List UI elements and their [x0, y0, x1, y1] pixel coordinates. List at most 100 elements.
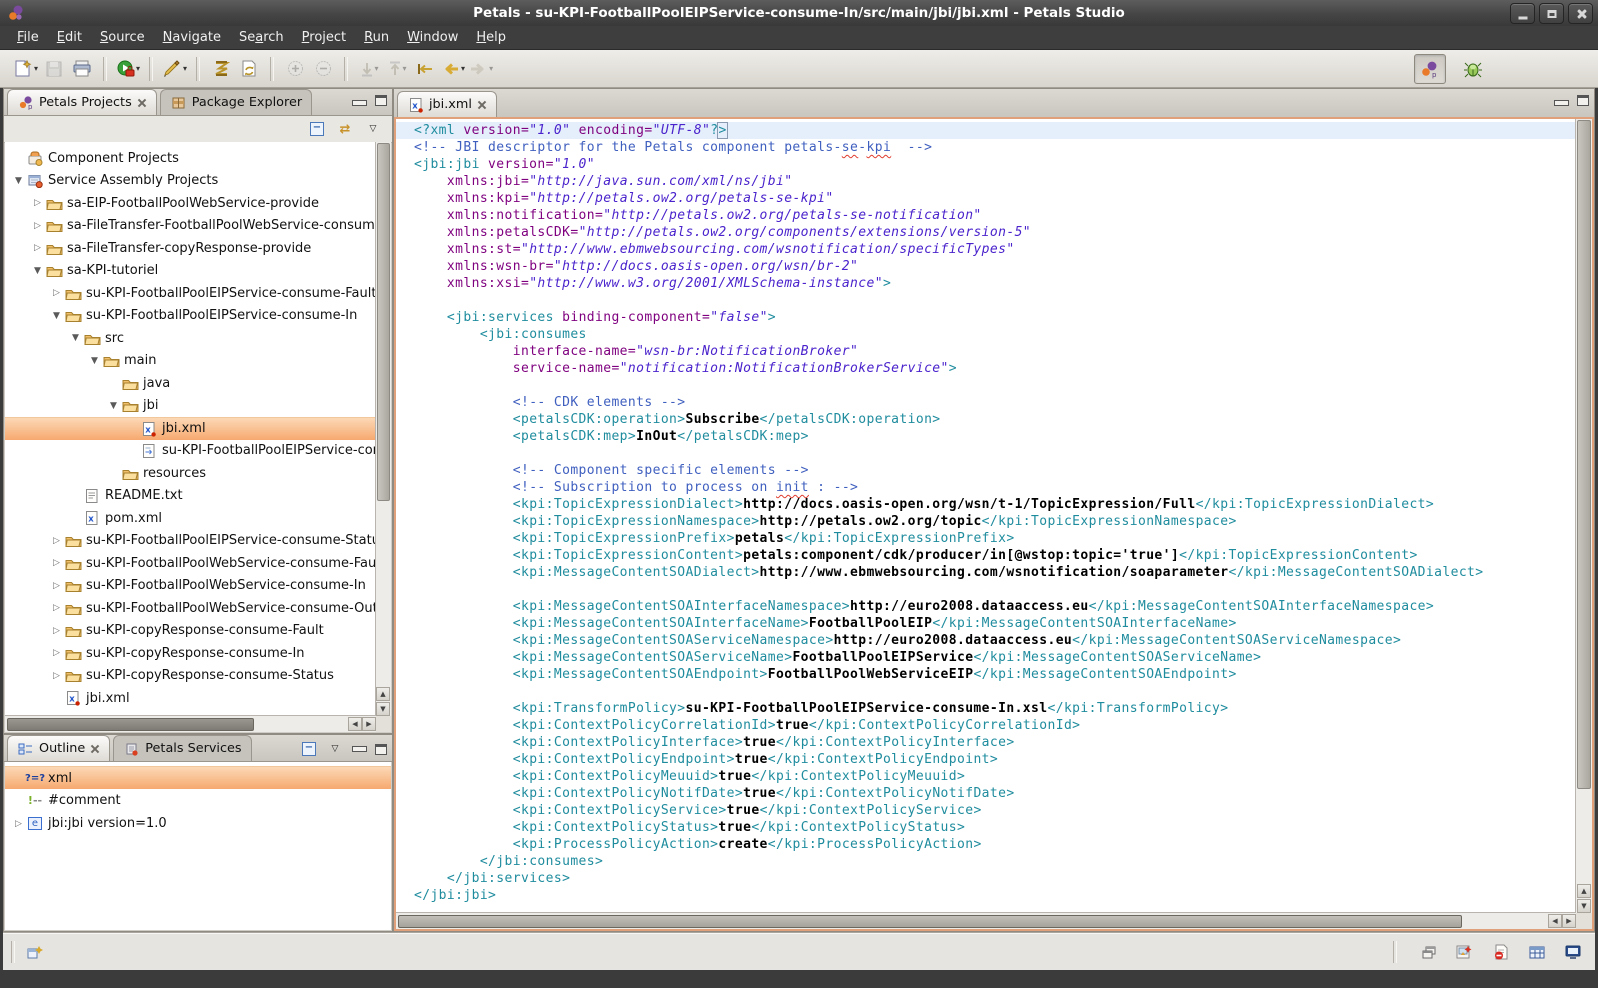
- window-restore-icon[interactable]: [1417, 941, 1441, 963]
- menu-file[interactable]: File: [8, 28, 48, 47]
- last-edit-location-button[interactable]: [411, 56, 439, 82]
- outline-item[interactable]: ▷ejbi:jbi version=1.0: [5, 812, 391, 835]
- code-line[interactable]: <kpi:TopicExpressionDialect>http://docs.…: [414, 496, 1576, 513]
- code-line[interactable]: xmlns:petalsCDK="http://petals.ow2.org/c…: [414, 224, 1576, 241]
- collapse-all-icon[interactable]: −: [308, 120, 326, 138]
- tree-item[interactable]: su-KPI-FootballPoolEIPService-consume-In…: [5, 440, 376, 463]
- code-line[interactable]: <kpi:ContextPolicyMeuuid>true</kpi:Conte…: [414, 768, 1576, 785]
- code-line[interactable]: [414, 683, 1576, 700]
- editor-horizontal-scrollbar[interactable]: ◀ ▶: [396, 912, 1576, 929]
- scroll-left-button[interactable]: ◀: [348, 717, 362, 731]
- code-line[interactable]: <kpi:TopicExpressionContent>petals:compo…: [414, 547, 1576, 564]
- forward-button[interactable]: ▾: [467, 56, 495, 82]
- code-line[interactable]: <kpi:ContextPolicyStatus>true</kpi:Conte…: [414, 819, 1576, 836]
- expand-arrow-icon[interactable]: ▷: [49, 603, 64, 613]
- tree-item[interactable]: ▷su-KPI-FootballPoolEIPService-consume-F…: [5, 282, 376, 305]
- error-log-icon[interactable]: [1489, 941, 1513, 963]
- maximize-view-icon[interactable]: [375, 744, 387, 755]
- minimize-button[interactable]: [1510, 3, 1535, 24]
- run-service-button[interactable]: ▾: [114, 56, 142, 82]
- close-button[interactable]: [1568, 3, 1593, 24]
- code-line[interactable]: <kpi:ContextPolicyInterface>true</kpi:Co…: [414, 734, 1576, 751]
- back-button[interactable]: ▾: [439, 56, 467, 82]
- code-line[interactable]: <kpi:TopicExpressionNamespace>http://pet…: [414, 513, 1576, 530]
- collapse-arrow-icon[interactable]: ▼: [106, 401, 121, 411]
- tree-item[interactable]: ▷sa-EIP-FootballPoolWebService-provide: [5, 192, 376, 215]
- expand-arrow-icon[interactable]: ▷: [49, 558, 64, 568]
- code-line[interactable]: <kpi:MessageContentSOAServiceNamespace>h…: [414, 632, 1576, 649]
- dropdown-caret-icon[interactable]: ▾: [183, 64, 187, 73]
- tree-item[interactable]: resources: [5, 462, 376, 485]
- minimize-view-icon[interactable]: [352, 100, 367, 106]
- code-line[interactable]: </jbi:services>: [414, 870, 1576, 887]
- code-line[interactable]: <?xml version="1.0" encoding="UTF-8"?>: [396, 122, 1576, 139]
- expand-arrow-icon[interactable]: ▷: [49, 671, 64, 681]
- code-line[interactable]: <kpi:ContextPolicyService>true</kpi:Cont…: [414, 802, 1576, 819]
- code-line[interactable]: <kpi:ContextPolicyEndpoint>true</kpi:Con…: [414, 751, 1576, 768]
- debug-perspective-button[interactable]: [1458, 55, 1488, 83]
- tree-item[interactable]: ▼main: [5, 350, 376, 373]
- tree-item[interactable]: ▼su-KPI-FootballPoolEIPService-consume-I…: [5, 305, 376, 328]
- scroll-down-button[interactable]: ▼: [1577, 899, 1591, 913]
- code-line[interactable]: interface-name="wsn-br:NotificationBroke…: [414, 343, 1576, 360]
- collapse-all-icon[interactable]: −: [300, 740, 318, 758]
- dropdown-caret-icon[interactable]: ▾: [34, 64, 38, 73]
- code-line[interactable]: xmlns:kpi="http://petals.ow2.org/petals-…: [414, 190, 1576, 207]
- code-line[interactable]: [414, 377, 1576, 394]
- collapse-button[interactable]: [309, 56, 337, 82]
- tree-item[interactable]: xpom.xml: [5, 507, 376, 530]
- fast-view-icon[interactable]: [23, 941, 47, 963]
- code-line[interactable]: </jbi:consumes>: [414, 853, 1576, 870]
- scrollbar-thumb[interactable]: [1577, 120, 1591, 789]
- scroll-up-button[interactable]: ▲: [1577, 884, 1591, 898]
- tree-item[interactable]: ▷su-KPI-copyResponse-consume-Fault: [5, 620, 376, 643]
- collapse-arrow-icon[interactable]: ▼: [11, 176, 26, 186]
- code-line[interactable]: <kpi:TransformPolicy>su-KPI-FootballPool…: [414, 700, 1576, 717]
- menu-window[interactable]: Window: [398, 28, 467, 47]
- scrollbar-thumb[interactable]: [398, 915, 1462, 928]
- dropdown-caret-icon[interactable]: ▾: [136, 64, 140, 73]
- code-line[interactable]: [414, 581, 1576, 598]
- minimize-view-icon[interactable]: [352, 746, 367, 752]
- problems-icon[interactable]: [1453, 941, 1477, 963]
- view-menu-icon[interactable]: ▽: [326, 740, 344, 758]
- dropdown-caret-icon[interactable]: ▾: [489, 64, 493, 73]
- menu-source[interactable]: Source: [91, 28, 154, 47]
- minimize-editor-icon[interactable]: [1554, 100, 1569, 106]
- code-line[interactable]: <kpi:MessageContentSOAInterfaceName>Foot…: [414, 615, 1576, 632]
- code-line[interactable]: <kpi:MessageContentSOADialect>http://www…: [414, 564, 1576, 581]
- code-line[interactable]: <kpi:MessageContentSOAServiceName>Footba…: [414, 649, 1576, 666]
- code-line[interactable]: xmlns:xsi="http://www.w3.org/2001/XMLSch…: [414, 275, 1576, 292]
- code-line[interactable]: <jbi:jbi version="1.0": [414, 156, 1576, 173]
- code-line[interactable]: [414, 445, 1576, 462]
- petals-perspective-button[interactable]: p: [1414, 54, 1446, 84]
- expand-arrow-icon[interactable]: ▷: [49, 288, 64, 298]
- link-with-editor-icon[interactable]: ⇄: [336, 120, 354, 138]
- tree-item[interactable]: ▼sa-KPI-tutoriel: [5, 260, 376, 283]
- tree-item[interactable]: java: [5, 372, 376, 395]
- tree-item[interactable]: ▷su-KPI-copyResponse-consume-Status: [5, 665, 376, 688]
- code-line[interactable]: xmlns:jbi="http://java.sun.com/xml/ns/jb…: [414, 173, 1576, 190]
- close-icon[interactable]: [137, 98, 147, 108]
- menu-navigate[interactable]: Navigate: [154, 28, 230, 47]
- expand-arrow-icon[interactable]: ▷: [49, 536, 64, 546]
- expand-arrow-icon[interactable]: ▷: [49, 648, 64, 658]
- scroll-right-button[interactable]: ▶: [1562, 914, 1576, 928]
- highlight-pen-button[interactable]: ▾: [160, 56, 189, 82]
- code-line[interactable]: <kpi:MessageContentSOAInterfaceNamespace…: [414, 598, 1576, 615]
- code-line[interactable]: <jbi:consumes: [414, 326, 1576, 343]
- tree-item[interactable]: ▷su-KPI-copyResponse-consume-In: [5, 642, 376, 665]
- code-line[interactable]: xmlns:notification="http://petals.ow2.or…: [414, 207, 1576, 224]
- code-line[interactable]: <kpi:TopicExpressionPrefix>petals</kpi:T…: [414, 530, 1576, 547]
- code-line[interactable]: <!-- Subscription to process on init : -…: [414, 479, 1576, 496]
- tree-item[interactable]: ▷su-KPI-FootballPoolWebService-consume-I…: [5, 575, 376, 598]
- close-icon[interactable]: [477, 100, 487, 110]
- tree-item[interactable]: ▼Service Assembly Projects: [5, 170, 376, 193]
- code-line[interactable]: <petalsCDK:operation>Subscribe</petalsCD…: [414, 411, 1576, 428]
- scrollbar-thumb[interactable]: [377, 143, 390, 501]
- expand-arrow-icon[interactable]: ▷: [30, 221, 45, 231]
- menu-help[interactable]: Help: [467, 28, 515, 47]
- menu-run[interactable]: Run: [355, 28, 398, 47]
- print-button[interactable]: [68, 56, 96, 82]
- maximize-button[interactable]: [1539, 3, 1564, 24]
